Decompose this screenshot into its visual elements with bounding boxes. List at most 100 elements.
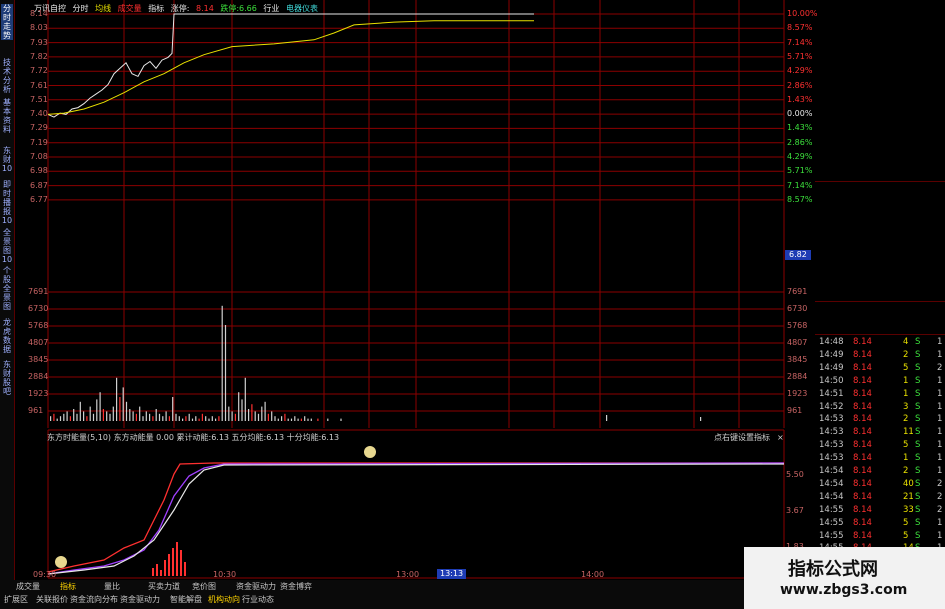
- volume-bar: [116, 377, 118, 421]
- tab-panorama[interactable]: 全景图10: [1, 228, 13, 264]
- header-limit-up: 8.14: [195, 4, 214, 13]
- tick-price: 8.14: [853, 466, 872, 476]
- indicator-close-button[interactable]: ×: [777, 433, 784, 443]
- price-marker: 6.82: [785, 250, 811, 260]
- header-intraday[interactable]: 分时: [73, 4, 89, 13]
- tick-direction: S: [915, 504, 921, 515]
- tick-price: 8.14: [853, 440, 872, 451]
- volume-bar: [191, 418, 194, 421]
- tick-time: 14:51: [819, 388, 844, 399]
- tick-count: 1: [937, 349, 943, 360]
- header-avg[interactable]: 均线: [95, 4, 111, 13]
- tick-row: 14:54 8.14 40 S 2: [815, 478, 945, 491]
- volume-tick-right: 6730: [787, 304, 808, 313]
- volume-bar: [79, 401, 81, 421]
- bottom-tab[interactable]: 机构动向: [206, 595, 242, 605]
- bottom-tab[interactable]: 资金驱动力: [234, 582, 278, 592]
- tick-count: 1: [937, 401, 943, 412]
- bottom-tab[interactable]: 成交量: [14, 582, 42, 592]
- price-tick-left: 7.72: [30, 66, 48, 76]
- volume-tick-right: 7691: [787, 287, 808, 296]
- volume-tick-left: 6730: [28, 304, 49, 313]
- tick-count: 1: [937, 414, 943, 425]
- tick-volume: 21: [903, 491, 914, 502]
- tick-direction: S: [915, 491, 921, 502]
- bottom-tab[interactable]: 智能解盘: [168, 595, 204, 605]
- volume-bar: [152, 416, 154, 421]
- bottom-tab[interactable]: 行业动态: [240, 595, 276, 605]
- chart-header: 万讯自控 分时 均线 成交量 指标 涨停: 8.14 跌停:6.66 行业 电器…: [34, 4, 322, 14]
- header-industry: 电器仪表: [285, 4, 318, 13]
- tab-dragon-tiger[interactable]: 龙虎数据: [1, 318, 13, 354]
- bottom-tab[interactable]: 资金博弈: [278, 582, 314, 592]
- ask-row: [815, 151, 945, 166]
- tab-stock-panorama[interactable]: 个股全景图: [1, 266, 13, 311]
- volume-bar: [201, 413, 203, 421]
- volume-bar: [304, 416, 306, 421]
- price-tick-right: 2.86%: [787, 137, 813, 147]
- tick-row: 14:49 8.14 5 S 2: [815, 362, 945, 375]
- tick-count: 1: [937, 517, 943, 528]
- header-indicator[interactable]: 指标: [148, 4, 164, 13]
- volume-bar: [96, 399, 98, 421]
- tick-row: 14:54 8.14 2 S 1: [815, 465, 945, 478]
- volume-bar: [112, 406, 114, 421]
- volume-bar: [251, 404, 253, 421]
- volume-bar: [185, 416, 187, 421]
- price-tick-right: 7.14%: [787, 37, 813, 47]
- price-tick-left: 6.77: [30, 194, 48, 204]
- watermark: 指标公式网 www.zbgs3.com: [744, 547, 945, 609]
- tick-volume: 5: [903, 517, 909, 528]
- price-tick-left: 7.51: [30, 94, 48, 104]
- tick-direction: S: [915, 362, 921, 373]
- bottom-tab[interactable]: 指标: [58, 582, 78, 592]
- bottom-tab[interactable]: 资金流向分布: [68, 595, 120, 605]
- tick-direction: S: [915, 530, 921, 541]
- price-tick-left: 7.61: [30, 80, 48, 90]
- time-0930: 09:30: [33, 570, 57, 579]
- intraday-chart[interactable]: [14, 0, 814, 580]
- tick-time: 14:53: [819, 414, 844, 425]
- volume-bar: [135, 413, 137, 421]
- stat-row: [815, 214, 945, 229]
- tick-direction: S: [915, 517, 921, 528]
- header-volume[interactable]: 成交量: [118, 4, 142, 13]
- tab-news[interactable]: 即时播报10: [1, 180, 13, 225]
- tick-time: 14:49: [819, 362, 844, 373]
- price-tick-right: 4.29%: [787, 66, 813, 76]
- tick-count: 2: [937, 504, 943, 515]
- tick-volume: 5: [903, 440, 909, 451]
- tick-row: 14:55 8.14 5S 1: [815, 530, 945, 543]
- price-tick-right: 4.29%: [787, 152, 813, 161]
- bottom-tab[interactable]: 竞价图: [190, 582, 218, 592]
- tick-volume: 5: [903, 530, 909, 541]
- bottom-tab[interactable]: 买卖力道: [146, 582, 182, 592]
- indicator-settings-hint[interactable]: 点右键设置指标: [714, 433, 770, 443]
- volume-bar: [56, 418, 58, 421]
- tick-count: 2: [937, 491, 943, 502]
- indicator-tick: 5.50: [786, 470, 804, 479]
- volume-bar: [290, 418, 293, 421]
- price-tick-right: 0.00%: [787, 109, 813, 119]
- price-tick-right: 1.43%: [787, 123, 813, 133]
- volume-bar: [63, 413, 65, 421]
- bottom-tab[interactable]: 扩展区: [2, 595, 30, 605]
- tab-intraday[interactable]: 分时走势: [1, 4, 13, 40]
- tab-dongcai[interactable]: 东财10: [1, 146, 13, 173]
- volume-bar: [109, 413, 111, 421]
- bottom-tab[interactable]: 量比: [102, 582, 122, 592]
- bottom-tab[interactable]: 关联报价: [34, 595, 70, 605]
- tick-count: 1: [937, 388, 943, 399]
- watermark-title: 指标公式网: [788, 559, 878, 580]
- tab-fundamentals[interactable]: 基本资料: [1, 98, 13, 134]
- volume-bar: [178, 416, 180, 421]
- smile-icon: [364, 446, 376, 458]
- bottom-tab[interactable]: 资金驱动力: [118, 595, 162, 605]
- volume-tick-right: 2884: [787, 372, 808, 381]
- volume-bar: [307, 418, 309, 421]
- volume-bar: [277, 418, 279, 421]
- tab-forum[interactable]: 东财股吧: [1, 360, 13, 396]
- volume-bar: [241, 399, 243, 421]
- tick-volume: 33: [903, 504, 914, 515]
- tab-technical[interactable]: 技术分析: [1, 58, 13, 94]
